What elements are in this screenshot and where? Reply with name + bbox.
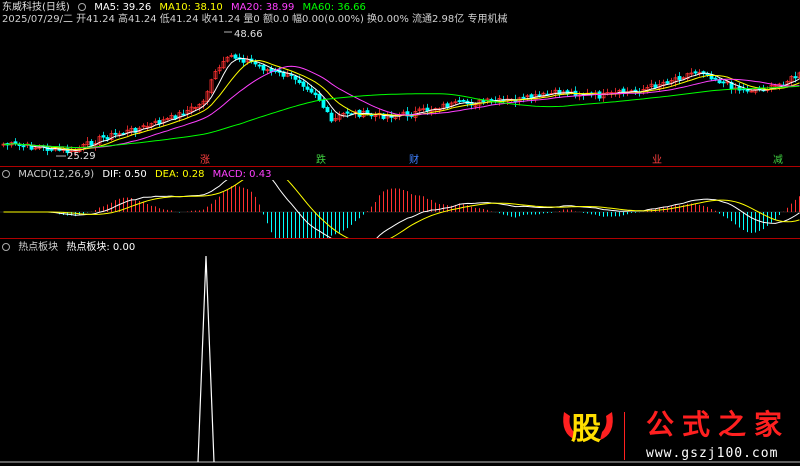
candle-body (521, 96, 526, 99)
candle-body (21, 145, 26, 148)
low-price-label: 25.29 (67, 151, 96, 162)
candle-body (181, 113, 186, 116)
ma60-value: MA60: 36.66 (302, 2, 366, 13)
candle-body (745, 89, 750, 92)
candle-body (313, 92, 318, 96)
macd-value: MACD: 0.43 (212, 169, 272, 180)
stock-name: 东威科技(日线) (2, 2, 70, 13)
ma10-line (3, 59, 800, 151)
price-chart[interactable] (0, 26, 800, 166)
candle-body (261, 64, 266, 71)
ma5-value: MA5: 39.26 (94, 2, 152, 13)
hot-sector-header: 热点板块 热点板块: 0.00 (2, 242, 140, 254)
candle-body (309, 88, 314, 93)
dea-line (3, 180, 800, 238)
candle-body (693, 71, 698, 74)
candle-body (301, 81, 306, 87)
candle-body (461, 100, 466, 102)
candle-body (793, 76, 798, 79)
panel-divider (0, 166, 800, 167)
candle-body (325, 107, 330, 113)
candle-body (89, 140, 94, 146)
candle-body (329, 112, 334, 122)
candle-body (653, 84, 658, 88)
candle-body (101, 135, 106, 138)
ma5-line (3, 57, 800, 152)
candle-body (345, 111, 350, 114)
watermark-title: 公式之家 (646, 408, 791, 441)
candle-body (305, 86, 310, 90)
ma10-value: MA10: 38.10 (159, 2, 223, 13)
candle-body (157, 120, 162, 125)
macd-chart[interactable] (0, 180, 800, 238)
watermark: 股 公式之家 www.gszj100.com (558, 406, 800, 466)
candle-body (49, 148, 54, 151)
candle-body (537, 94, 542, 97)
macd-dea: DEA: 0.28 (154, 169, 205, 180)
panel-divider (0, 238, 800, 239)
hot-sector-settings-icon[interactable] (2, 243, 10, 251)
candle-body (317, 93, 322, 101)
candle-body (489, 99, 494, 101)
macd-settings-icon[interactable] (2, 170, 10, 178)
settings-gear-icon[interactable] (78, 3, 86, 11)
ma20-value: MA20: 38.99 (230, 2, 295, 13)
candle-body (321, 99, 326, 108)
macd-title: MACD(12,26,9) (18, 169, 95, 180)
candle-body (293, 75, 298, 80)
candle-body (105, 137, 110, 140)
watermark-logo: 股 (571, 412, 601, 447)
watermark-separator (624, 412, 625, 460)
macd-dif: DIF: 0.50 (102, 169, 147, 180)
candle-body (713, 77, 718, 80)
hot-sector-value: 热点板块: 0.00 (66, 242, 136, 253)
candle-body (253, 61, 258, 65)
candle-body (297, 79, 302, 83)
hot-sector-title: 热点板块 (18, 242, 59, 253)
watermark-url: www.gszj100.com (646, 446, 779, 461)
candle-body (457, 100, 462, 103)
candle-body (677, 76, 682, 80)
price-header: 东威科技(日线) MA5: 39.26 MA10: 38.10 MA20: 38… (2, 2, 371, 14)
candle-body (233, 54, 238, 59)
hot-sector-spike (197, 255, 215, 463)
candle-body (665, 81, 670, 84)
candle-body (113, 132, 118, 135)
candle-body (721, 81, 726, 84)
candle-body (241, 58, 246, 63)
quote-info: 2025/07/29/二 开41.24 高41.24 低41.24 收41.24… (2, 14, 508, 25)
high-price-label: 48.66 (234, 29, 263, 40)
candle-body (257, 64, 262, 67)
